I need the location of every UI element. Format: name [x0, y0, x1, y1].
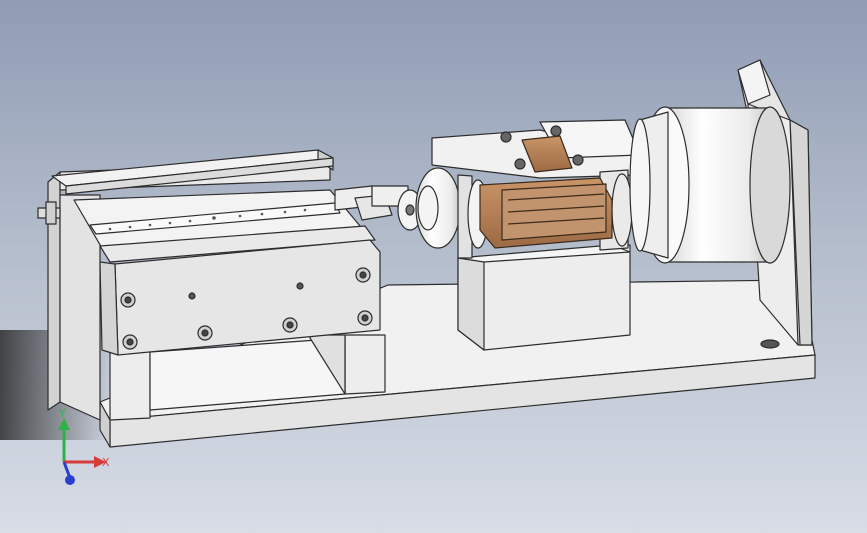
z-axis-ball-icon	[65, 475, 75, 485]
linear-slide-stage[interactable]	[37, 149, 386, 421]
triad-y-label: Y	[58, 407, 66, 420]
graphics-viewport[interactable]: Y X	[0, 0, 867, 533]
cad-model-view[interactable]: Y X	[0, 0, 867, 533]
triad-x-label: X	[102, 456, 110, 469]
motor-drum[interactable]	[629, 106, 791, 264]
